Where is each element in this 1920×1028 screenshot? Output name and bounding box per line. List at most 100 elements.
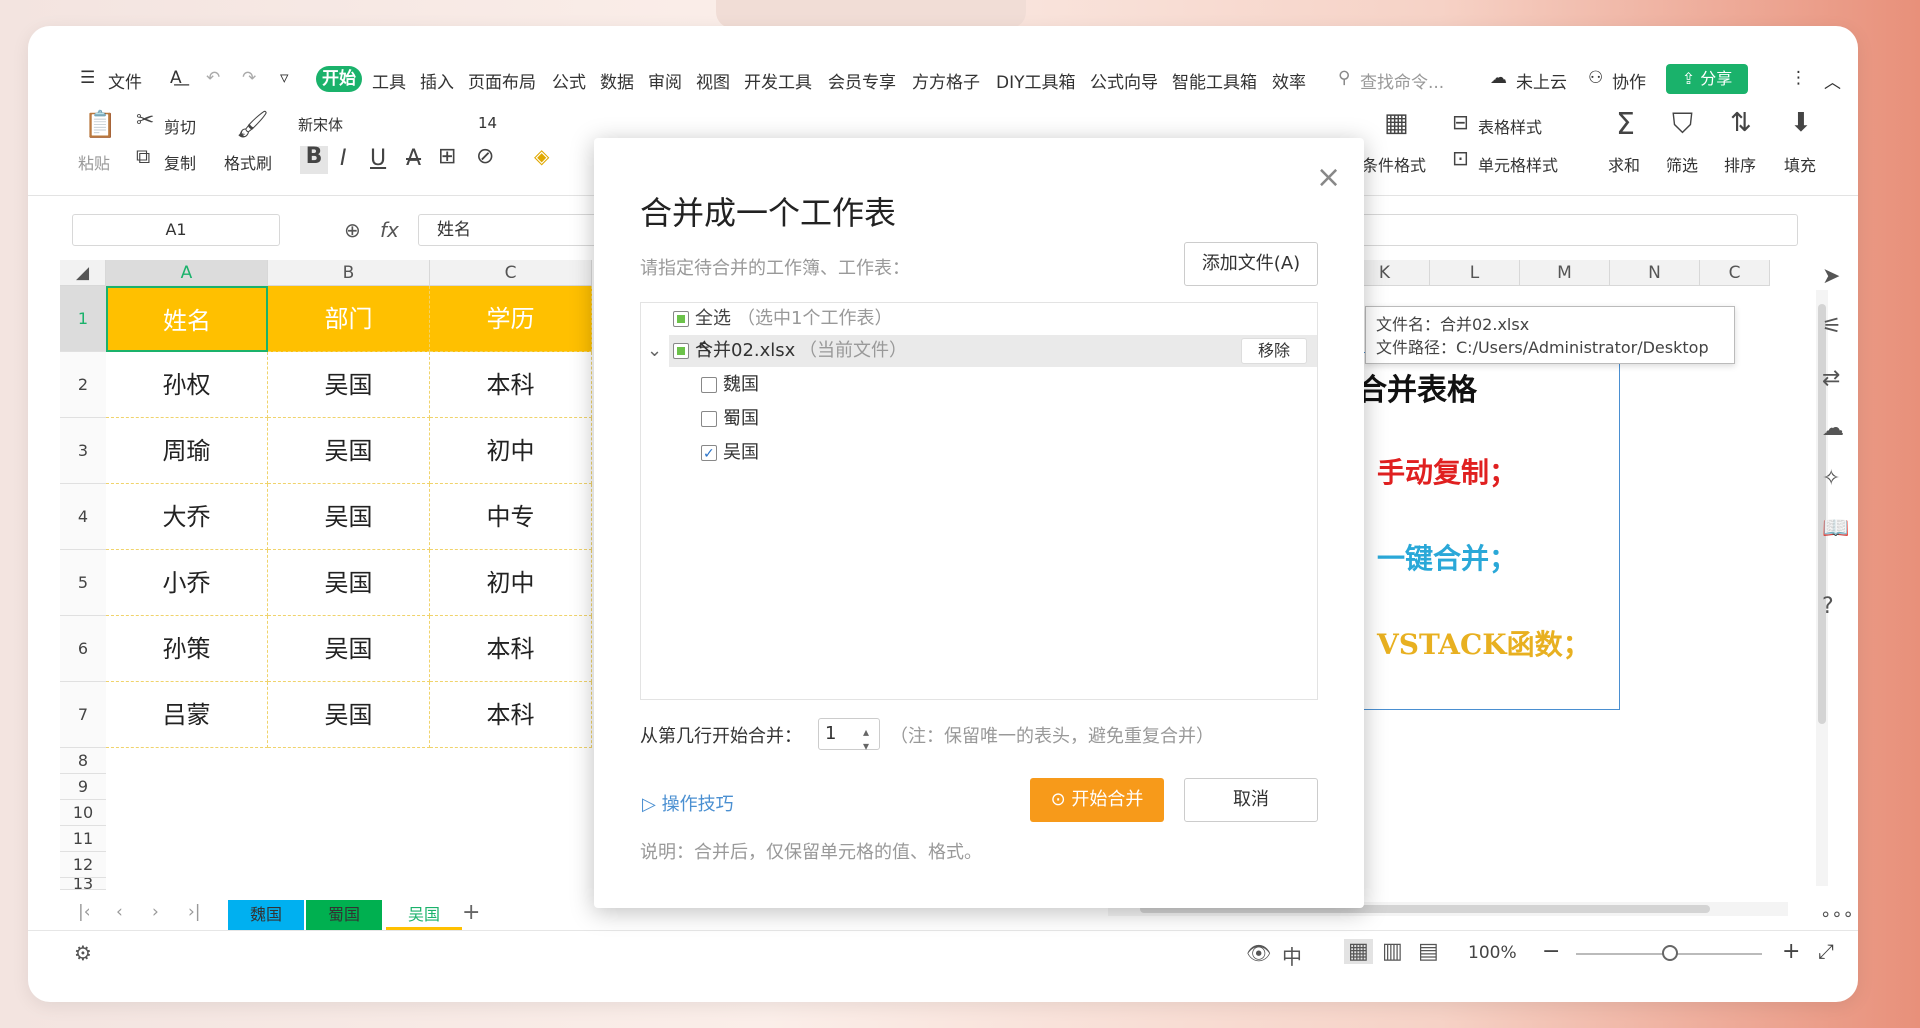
add-file-button[interactable]: 添加文件(A) (1184, 242, 1318, 286)
cond-format-button[interactable]: 条件格式 (1362, 152, 1426, 176)
tab-data[interactable]: 数据 (600, 68, 634, 93)
table-cell[interactable]: 吴国 (268, 616, 430, 682)
sheet-checkbox-wei[interactable] (701, 377, 717, 393)
column-header-l[interactable]: L (1430, 260, 1520, 286)
row-header-9[interactable]: 9 (60, 774, 106, 800)
cloud-status[interactable]: 未上云 (1516, 68, 1567, 93)
cell-a1[interactable]: 姓名 (106, 286, 268, 352)
table-style-icon[interactable]: ⊟ (1452, 112, 1469, 132)
font-size-select[interactable]: 14 (478, 114, 497, 132)
table-cell[interactable]: 大乔 (106, 484, 268, 550)
merge-methods-textbox[interactable]: 合并表格 ：手动复制； ：一键合并； ：VSTACK函数； (1328, 352, 1620, 710)
add-sheet-icon[interactable]: + (462, 900, 480, 925)
zoom-in-icon[interactable]: + (1782, 939, 1800, 964)
remove-button[interactable]: 移除 (1241, 338, 1307, 364)
copy-icon[interactable]: ⧉ (136, 146, 150, 166)
prev-sheet-icon[interactable]: ‹ (116, 902, 123, 922)
strikethrough-icon[interactable]: A (406, 148, 421, 170)
tab-view[interactable]: 视图 (696, 68, 730, 93)
tab-developer[interactable]: 开发工具 (744, 68, 812, 93)
name-box[interactable]: A1 (72, 214, 280, 246)
bold-icon[interactable]: B (300, 146, 328, 174)
select-all-checkbox[interactable] (673, 311, 689, 327)
column-header-n[interactable]: N (1610, 260, 1700, 286)
eye-protection-icon[interactable]: 👁 (1246, 941, 1271, 965)
zoom-formula-icon[interactable]: ⊕ (344, 218, 361, 242)
help-icon[interactable]: ? (1822, 594, 1834, 619)
sort-button[interactable]: 排序 (1724, 152, 1756, 176)
row-header-13[interactable]: 13 (60, 878, 106, 890)
table-cell[interactable]: 吴国 (268, 484, 430, 550)
scissors-icon[interactable]: ✂ (136, 110, 154, 132)
column-header-m[interactable]: M (1520, 260, 1610, 286)
font-family-select[interactable]: 新宋体 (298, 114, 343, 135)
zoom-out-icon[interactable]: − (1542, 939, 1560, 964)
normal-view-icon[interactable]: ▦ (1344, 939, 1373, 964)
underline-icon[interactable]: U (370, 148, 386, 170)
file-checkbox[interactable] (673, 343, 689, 359)
tips-link[interactable]: ▷ 操作技巧 (642, 790, 734, 816)
select-all-row[interactable]: 全选 （选中1个工作表） (641, 303, 1317, 335)
collapse-ribbon-icon[interactable]: ︿ (1824, 68, 1841, 93)
table-cell[interactable]: 本科 (430, 682, 592, 748)
hamburger-icon[interactable]: ☰ (80, 68, 95, 88)
fullscreen-icon[interactable]: ⤢ (1818, 939, 1834, 963)
chevron-down-icon[interactable]: ⌄ (647, 335, 662, 367)
undo-icon[interactable]: ↶ (206, 68, 220, 88)
row-header-3[interactable]: 3 (60, 418, 106, 484)
table-cell[interactable]: 吴国 (268, 352, 430, 418)
more-icon[interactable]: ⋮ (1790, 68, 1807, 88)
paste-icon[interactable]: 📋 (84, 112, 116, 138)
cancel-button[interactable]: 取消 (1184, 778, 1318, 822)
table-cell[interactable]: 本科 (430, 616, 592, 682)
sum-icon[interactable]: Σ (1616, 110, 1635, 140)
italic-icon[interactable]: I (340, 148, 347, 170)
macro-icon[interactable]: ⚙ (74, 941, 92, 965)
adjust-icon[interactable]: ⚟ (1822, 314, 1842, 339)
filter-button[interactable]: 筛选 (1666, 152, 1698, 176)
row-header-7[interactable]: 7 (60, 682, 106, 748)
next-sheet-icon[interactable]: › (152, 902, 159, 922)
zoom-slider-handle[interactable] (1662, 945, 1678, 961)
cond-format-icon[interactable]: ▦ (1384, 110, 1409, 136)
format-icon[interactable]: A͟ (170, 68, 182, 88)
sheet-checkbox-wu[interactable] (701, 438, 717, 470)
table-cell[interactable]: 小乔 (106, 550, 268, 616)
format-painter-icon[interactable]: 🖌 (236, 112, 269, 138)
chevron-down-icon[interactable]: ▿ (280, 68, 289, 88)
table-cell[interactable]: 中专 (430, 484, 592, 550)
row-header-1[interactable]: 1 (60, 286, 106, 352)
sheet-tab-wei[interactable]: 魏国 (228, 900, 304, 930)
tab-page-layout[interactable]: 页面布局 (468, 68, 536, 93)
tab-tools[interactable]: 工具 (372, 68, 406, 93)
search-icon[interactable]: ⚲ (1338, 68, 1350, 88)
border-icon[interactable]: ⊞ (438, 146, 456, 168)
table-cell[interactable]: 孙权 (106, 352, 268, 418)
row-header-2[interactable]: 2 (60, 352, 106, 418)
sort-icon[interactable]: ⇅ (1730, 110, 1752, 136)
table-cell[interactable]: 初中 (430, 418, 592, 484)
table-cell[interactable]: 周瑜 (106, 418, 268, 484)
table-cell[interactable]: 吴国 (268, 550, 430, 616)
copy-button[interactable]: 复制 (164, 150, 196, 174)
tab-formula[interactable]: 公式 (552, 68, 586, 93)
column-header-c[interactable]: C (430, 260, 592, 286)
row-header-11[interactable]: 11 (60, 826, 106, 852)
tab-efficiency[interactable]: 效率 (1272, 68, 1306, 93)
table-cell[interactable]: 吴国 (268, 418, 430, 484)
tab-member[interactable]: 会员专享 (828, 68, 896, 93)
page-layout-view-icon[interactable]: ▥ (1382, 939, 1403, 964)
row-header-4[interactable]: 4 (60, 484, 106, 550)
star-icon[interactable]: ✧ (1822, 466, 1840, 491)
book-icon[interactable]: 📖 (1822, 516, 1849, 541)
tab-review[interactable]: 审阅 (648, 68, 682, 93)
tab-diy-toolbox[interactable]: DIY工具箱 (996, 68, 1076, 93)
column-header-a[interactable]: A (106, 260, 268, 286)
row-header-6[interactable]: 6 (60, 616, 106, 682)
sheet-row-wei[interactable]: 魏国 (641, 369, 1317, 401)
fill-button[interactable]: 填充 (1784, 152, 1816, 176)
fx-icon[interactable]: fx (380, 218, 399, 242)
tab-insert[interactable]: 插入 (420, 68, 454, 93)
first-sheet-icon[interactable]: |‹ (78, 902, 91, 922)
fill-icon[interactable]: ⬇ (1790, 110, 1812, 136)
